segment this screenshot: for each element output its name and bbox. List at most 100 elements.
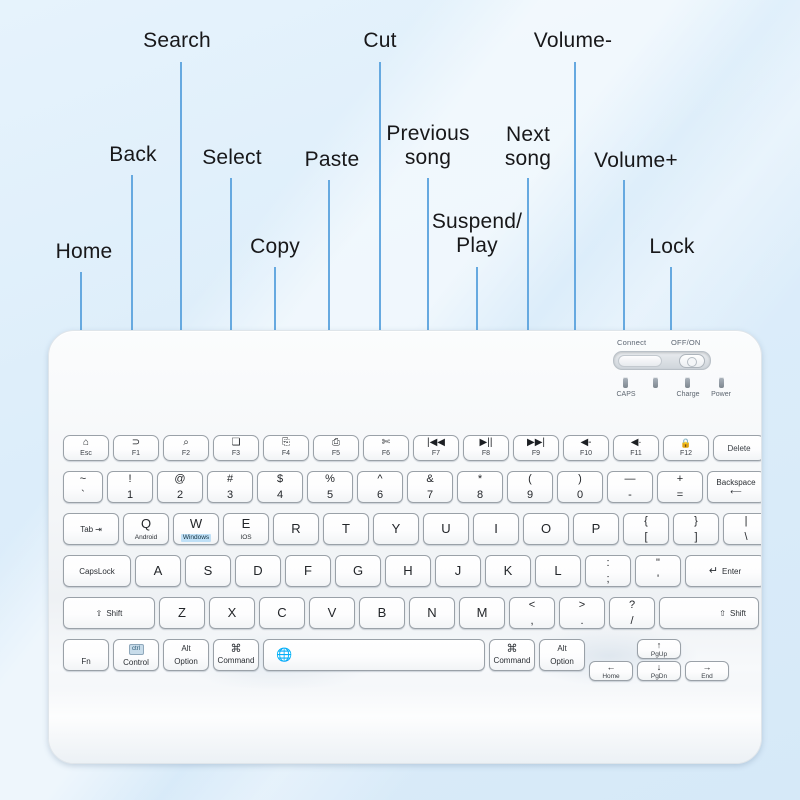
key-comma[interactable]: < , xyxy=(509,597,555,629)
key-j[interactable]: J xyxy=(435,555,481,587)
key-slash[interactable]: ? / xyxy=(609,597,655,629)
key-q[interactable]: Q Android xyxy=(123,513,169,545)
key-1[interactable]: ! 1 xyxy=(107,471,153,503)
key-base-char: Q xyxy=(140,515,152,531)
key-f4[interactable]: ⎘ F4 xyxy=(263,435,309,461)
key-capslock[interactable]: CapsLock xyxy=(63,555,131,587)
key-f12[interactable]: 🔒 F12 xyxy=(663,435,709,461)
key-minus[interactable]: — - xyxy=(607,471,653,503)
key-f8[interactable]: ▶|| F8 xyxy=(463,435,509,461)
key-bracket-left[interactable]: { [ xyxy=(623,513,669,545)
arrow-left-icon: ← xyxy=(606,661,616,672)
key-f3[interactable]: ❏ F3 xyxy=(213,435,259,461)
key-command-left[interactable]: ⌘ Command xyxy=(213,639,259,671)
key-label: F6 xyxy=(381,450,391,457)
key-6[interactable]: ^ 6 xyxy=(357,471,403,503)
key-f9[interactable]: ▶▶| F9 xyxy=(513,435,559,461)
key-u[interactable]: U xyxy=(423,513,469,545)
key-period[interactable]: > . xyxy=(559,597,605,629)
key-0[interactable]: ) 0 xyxy=(557,471,603,503)
key-arrow-down-pgdn[interactable]: ↓ PgDn xyxy=(637,661,681,681)
key-w[interactable]: W Windows xyxy=(173,513,219,545)
key-r[interactable]: R xyxy=(273,513,319,545)
key-control[interactable]: ctrl Control xyxy=(113,639,159,671)
key-d[interactable]: D xyxy=(235,555,281,587)
key-l[interactable]: L xyxy=(535,555,581,587)
search-icon: ⌕ xyxy=(183,437,189,448)
callout-label-previous-song: Previous song xyxy=(386,122,470,169)
key-shift-right[interactable]: ⇧ Shift xyxy=(659,597,759,629)
key-g[interactable]: G xyxy=(335,555,381,587)
key-label: Option xyxy=(550,657,574,666)
key-tab[interactable]: Tab ⇥ xyxy=(63,513,119,545)
key-2[interactable]: @ 2 xyxy=(157,471,203,503)
key-c[interactable]: C xyxy=(259,597,305,629)
enter-arrow-icon: ↵ xyxy=(708,564,719,577)
led-label-caps: CAPS xyxy=(616,391,636,398)
key-esc[interactable]: ⌂ Esc xyxy=(63,435,109,461)
key-k[interactable]: K xyxy=(485,555,531,587)
key-5[interactable]: % 5 xyxy=(307,471,353,503)
switch-knob[interactable] xyxy=(679,354,705,368)
key-m[interactable]: M xyxy=(459,597,505,629)
key-shift-char: ) xyxy=(578,473,582,485)
key-f5[interactable]: ⎙ F5 xyxy=(313,435,359,461)
key-delete[interactable]: Delete xyxy=(713,435,761,461)
key-f10[interactable]: ◀- F10 xyxy=(563,435,609,461)
key-i[interactable]: I xyxy=(473,513,519,545)
key-arrow-left-home[interactable]: ← Home xyxy=(589,661,633,681)
key-s[interactable]: S xyxy=(185,555,231,587)
key-shift-char: $ xyxy=(276,473,284,485)
key-f1[interactable]: ⊃ F1 xyxy=(113,435,159,461)
key-3[interactable]: # 3 xyxy=(207,471,253,503)
key-8[interactable]: * 8 xyxy=(457,471,503,503)
key-semicolon[interactable]: : ; xyxy=(585,555,631,587)
key-n[interactable]: N xyxy=(409,597,455,629)
key-base-char: C xyxy=(277,605,287,620)
key-arrow-up-pgup[interactable]: ↑ PgUp xyxy=(637,639,681,659)
command-icon: ⌘ xyxy=(506,643,518,655)
key-f7[interactable]: |◀◀ F7 xyxy=(413,435,459,461)
key-v[interactable]: V xyxy=(309,597,355,629)
key-alt-label: Alt xyxy=(181,644,191,653)
key-option-right[interactable]: Alt Option xyxy=(539,639,585,671)
key-bracket-right[interactable]: } ] xyxy=(673,513,719,545)
key-quote[interactable]: " ' xyxy=(635,555,681,587)
key-space[interactable]: 🌐 xyxy=(263,639,485,671)
key-shift-char: ? xyxy=(628,599,636,611)
key-f2[interactable]: ⌕ F2 xyxy=(163,435,209,461)
key-enter[interactable]: ↵ Enter xyxy=(685,555,761,587)
key-9[interactable]: ( 9 xyxy=(507,471,553,503)
key-t[interactable]: T xyxy=(323,513,369,545)
key-backspace[interactable]: Backspace ⟵ xyxy=(707,471,761,503)
key-equals[interactable]: + = xyxy=(657,471,703,503)
key-shift-left[interactable]: ⇧ Shift xyxy=(63,597,155,629)
key-base-char: [ xyxy=(644,531,648,543)
power-switch[interactable] xyxy=(613,351,711,370)
key-7[interactable]: & 7 xyxy=(407,471,453,503)
connect-button[interactable] xyxy=(618,355,662,367)
key-f11[interactable]: ◀∙ F11 xyxy=(613,435,659,461)
key-command-right[interactable]: ⌘ Command xyxy=(489,639,535,671)
key-shift-char: # xyxy=(226,473,234,485)
key-arrow-right-end[interactable]: → End xyxy=(685,661,729,681)
key-backtick[interactable]: ~ ` xyxy=(63,471,103,503)
key-b[interactable]: B xyxy=(359,597,405,629)
key-f[interactable]: F xyxy=(285,555,331,587)
callout-label-back: Back xyxy=(109,143,157,166)
key-x[interactable]: X xyxy=(209,597,255,629)
key-f6[interactable]: ✄ F6 xyxy=(363,435,409,461)
paste-icon: ⎙ xyxy=(332,437,340,448)
key-o[interactable]: O xyxy=(523,513,569,545)
key-fn[interactable]: Fn xyxy=(63,639,109,671)
key-h[interactable]: H xyxy=(385,555,431,587)
key-z[interactable]: Z xyxy=(159,597,205,629)
key-4[interactable]: $ 4 xyxy=(257,471,303,503)
key-backslash[interactable]: | \ xyxy=(723,513,761,545)
key-base-char: E xyxy=(241,515,251,531)
key-a[interactable]: A xyxy=(135,555,181,587)
key-e[interactable]: E IOS xyxy=(223,513,269,545)
key-option-left[interactable]: Alt Option xyxy=(163,639,209,671)
key-p[interactable]: P xyxy=(573,513,619,545)
key-y[interactable]: Y xyxy=(373,513,419,545)
